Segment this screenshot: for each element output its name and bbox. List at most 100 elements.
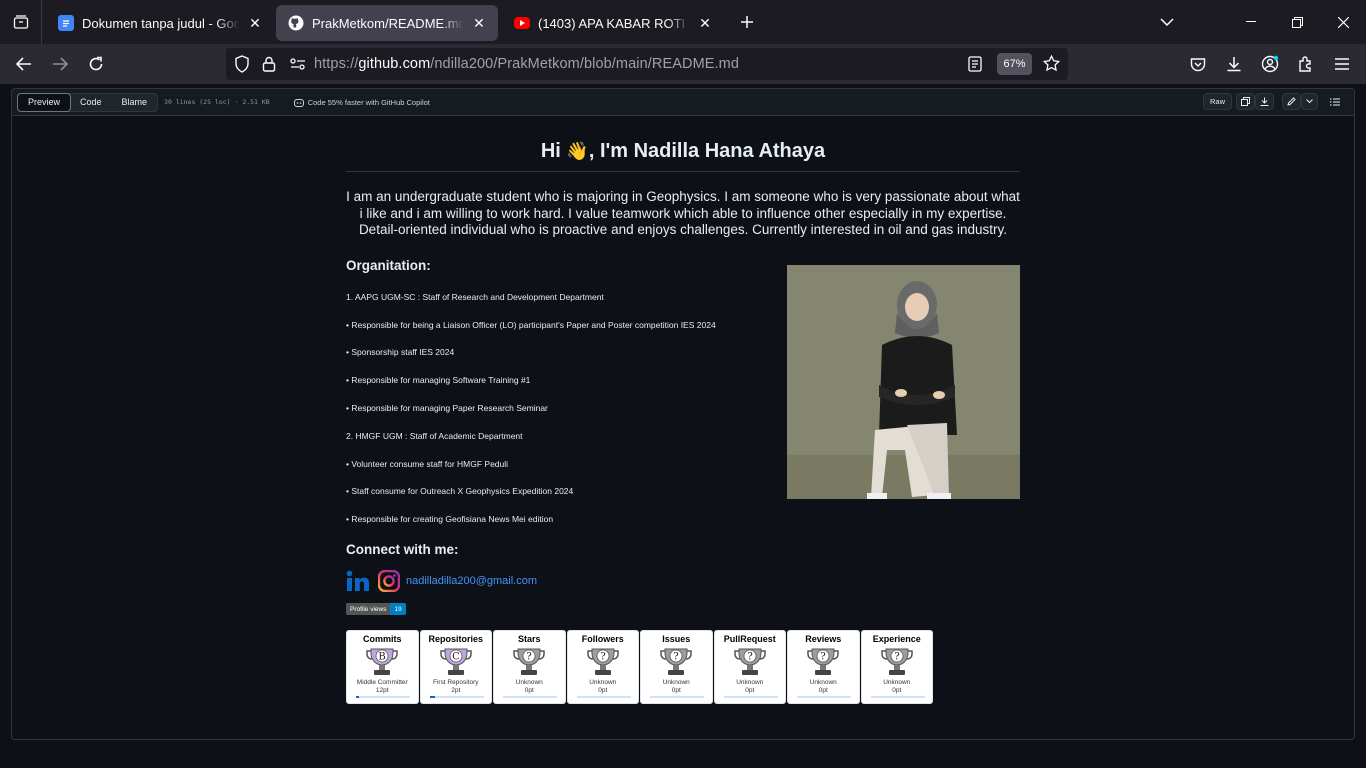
minimize-button[interactable] [1228,0,1274,44]
copilot-text: Code 55% faster with GitHub Copilot [307,97,430,107]
google-docs-icon [58,15,74,31]
trophy-progress-bar [429,695,484,698]
tab-youtube[interactable]: (1403) APA KABAR ROTI BAKAR ✕ [502,5,724,41]
trophy-progress-bar [503,695,557,698]
pencil-icon [1287,97,1296,106]
arrow-right-icon [53,57,68,71]
account-icon [1261,55,1279,73]
instagram-icon[interactable] [378,570,400,593]
restore-button[interactable] [1274,0,1320,44]
trophy-points: 0pt [524,686,534,694]
minimize-icon [1246,21,1256,22]
email-link[interactable]: nadilladilla200@gmail.com [406,575,537,587]
extensions-button[interactable] [1288,48,1324,80]
raw-button[interactable]: Raw [1202,93,1232,110]
trophy-repositories: Repositories C First Repository 2pt [419,629,492,704]
trophy-rank: ? [674,651,679,662]
downloads-button[interactable] [1216,48,1252,80]
trophy-rank: ? [747,651,752,662]
tab-title: PrakMetkom/README.md at main [312,15,464,31]
trophy-points: 0pt [892,686,902,694]
outline-button[interactable] [1326,93,1344,110]
pocket-button[interactable] [1180,48,1216,80]
bookmark-star-icon[interactable] [1043,55,1060,72]
lock-icon[interactable] [262,56,276,72]
preview-tab[interactable]: Preview [17,92,72,112]
trophy-progress-bar [356,695,410,698]
trophy-rank: ? [894,651,899,662]
file-header: Preview Code Blame 30 lines (25 loc) · 2… [12,89,1354,116]
edit-button[interactable] [1282,93,1301,110]
shield-icon[interactable] [234,55,250,73]
view-mode-switcher: Preview Code Blame [17,92,159,112]
linkedin-icon[interactable] [346,570,370,592]
window-controls [1228,0,1366,44]
file-actions: Raw [1202,93,1344,110]
list-item: • Responsible for creating Geofisiana Ne… [346,514,554,525]
trophy-rank-label: Unknown [515,678,543,686]
zoom-indicator[interactable]: 67% [997,53,1032,75]
tab-github-readme[interactable]: PrakMetkom/README.md at main ✕ [276,5,498,41]
trophy-pullrequest: PullRequest ? Unknown 0pt [713,629,786,704]
youtube-icon [514,17,530,29]
trophy-points: 2pt [451,686,461,694]
chevron-down-icon [1160,18,1174,26]
close-icon [1337,16,1349,28]
puzzle-icon [1299,56,1311,72]
trophy-reviews: Reviews ? Unknown 0pt [787,629,860,704]
close-tab-icon[interactable]: ✕ [246,14,264,32]
reader-view-icon[interactable] [968,56,982,72]
trophy-icon: ? [660,648,692,675]
social-links: nadilladilla200@gmail.com [346,569,1020,593]
download-raw-button[interactable] [1255,93,1274,110]
back-button[interactable] [6,48,42,80]
url-bar[interactable]: https://github.com/ndilla200/PrakMetkom/… [226,48,1068,80]
trophy-rank: B [379,651,386,662]
title-name: , I'm Nadilla Hana Athaya [588,140,826,162]
page-content: Preview Code Blame 30 lines (25 loc) · 2… [0,84,1366,768]
trophy-progress-bar [576,695,631,698]
trophy-progress-bar [723,695,778,698]
app-menu-button[interactable] [1324,48,1360,80]
arrow-left-icon [16,57,31,71]
trophy-title: Reviews [805,633,842,644]
close-tab-icon[interactable]: ✕ [470,14,488,32]
trophy-points: 0pt [598,686,608,694]
trophy-points: 0pt [745,686,755,694]
views-label: Profile views [346,603,391,616]
trophy-rank-label: Unknown [662,678,690,686]
copilot-icon [293,98,304,107]
trophy-commits: Commits B Middle Committer 12pt [346,629,419,704]
download-icon [1227,57,1241,72]
github-trophies[interactable]: Commits B Middle Committer 12pt Reposito… [346,629,1020,704]
close-window-button[interactable] [1320,0,1366,44]
restore-icon [1291,16,1303,28]
blame-tab[interactable]: Blame [112,94,158,111]
reload-button[interactable] [78,48,114,80]
trophy-title: Repositories [428,633,483,644]
waving-hand-icon: 👋 [566,141,589,161]
trophy-title: Experience [872,633,921,644]
trophy-points: 0pt [671,686,681,694]
new-tab-button[interactable] [732,7,762,37]
list-unordered-icon [1330,97,1340,106]
code-tab[interactable]: Code [70,94,112,111]
edit-dropdown-button[interactable] [1301,93,1318,110]
trophy-points: 0pt [818,686,828,694]
trophy-points: 12pt [375,686,389,694]
copy-raw-button[interactable] [1236,93,1255,110]
profile-photo [787,265,1020,499]
copilot-promo[interactable]: Code 55% faster with GitHub Copilot [293,97,430,107]
forward-button[interactable] [42,48,78,80]
list-all-tabs-button[interactable] [1155,12,1179,32]
tab-google-docs[interactable]: Dokumen tanpa judul - Google Dokumen ✕ [46,5,274,41]
trophy-followers: Followers ? Unknown 0pt [566,629,639,704]
trophy-icon: ? [513,648,545,675]
permissions-icon[interactable] [290,57,306,71]
views-count: 19 [390,603,406,616]
account-button[interactable] [1252,48,1288,80]
trophy-icon: B [366,648,398,675]
tab-list-button[interactable] [0,0,42,44]
close-tab-icon[interactable]: ✕ [696,14,714,32]
url-text: https://github.com/ndilla200/PrakMetkom/… [314,56,739,72]
